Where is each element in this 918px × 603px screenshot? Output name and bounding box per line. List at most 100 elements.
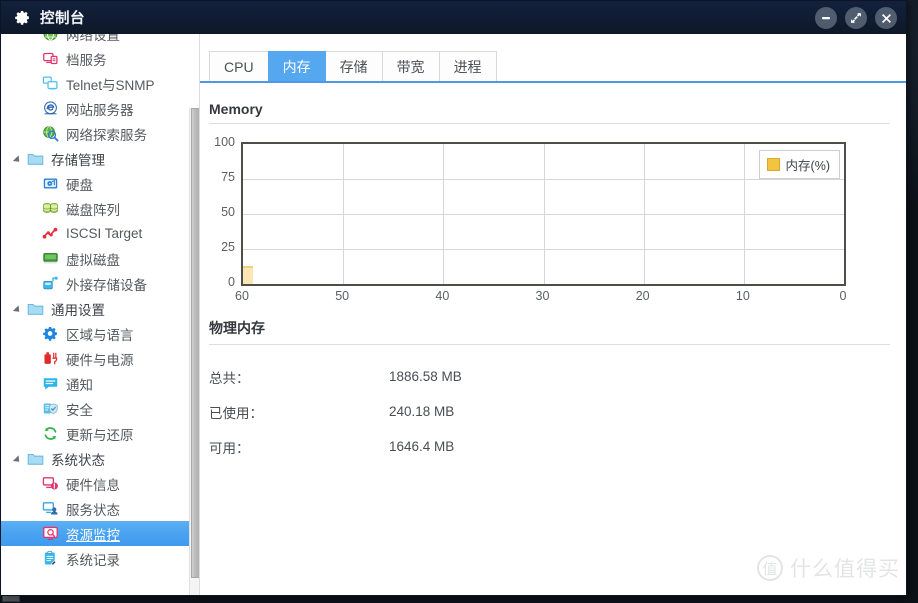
chart-y-tick-label: 100 — [214, 135, 235, 149]
tab-cpu[interactable]: CPU — [209, 51, 269, 81]
tab-label: 内存 — [282, 58, 311, 75]
sidebar-item-security[interactable]: 安全 — [1, 396, 199, 421]
chevron-down-icon — [12, 304, 23, 315]
sidebar-scrollbar[interactable] — [189, 108, 199, 595]
tab-memory[interactable]: 内存 — [267, 51, 326, 81]
chart-x-tick-label: 50 — [335, 289, 350, 303]
chart-y-tick-label: 50 — [221, 205, 235, 219]
sidebar-item-hardware-info[interactable]: 硬件信息 — [1, 471, 199, 496]
sidebar: 网络设置 档服务 Telnet与SNMP 网站服务器 网络探索服务 存储管理 硬… — [1, 34, 200, 595]
tab-process[interactable]: 进程 — [438, 51, 497, 81]
chart-y-tick-label: 25 — [221, 240, 235, 254]
legend-label-memory: 内存(%) — [785, 159, 830, 173]
sidebar-item-label: ISCSI Target — [66, 226, 143, 241]
gear-blue-icon — [43, 326, 57, 341]
sidebar-item-iscsi-target[interactable]: ISCSI Target — [1, 221, 199, 246]
sidebar-item-harddisk[interactable]: 硬盘 — [1, 171, 199, 196]
folder-icon — [27, 303, 44, 315]
stats-section-divider — [209, 344, 890, 345]
main-content: CPU 内存 存储 带宽 进程 Memory 内存(%) 0 25 50 75 … — [200, 34, 906, 595]
tab-label: 进程 — [453, 58, 482, 75]
sidebar-item-label: 磁盘阵列 — [66, 202, 120, 218]
chevron-down-icon — [12, 154, 23, 165]
sidebar-item-label: 区域与语言 — [66, 327, 134, 343]
sidebar-item-label: 硬件与电源 — [66, 352, 134, 368]
close-button[interactable] — [875, 7, 897, 29]
globe-icon — [43, 34, 58, 41]
terminal-icon — [42, 76, 58, 90]
sidebar-scroll-region: 网络设置 档服务 Telnet与SNMP 网站服务器 网络探索服务 存储管理 硬… — [1, 34, 199, 595]
network-scan-icon — [43, 126, 59, 142]
sidebar-item-label: 安全 — [66, 402, 93, 418]
sidebar-item-label: 硬盘 — [66, 177, 93, 193]
minimize-button[interactable] — [815, 7, 837, 29]
sidebar-item-notification[interactable]: 通知 — [1, 371, 199, 396]
sidebar-item-web-server[interactable]: 网站服务器 — [1, 96, 199, 121]
tab-label: CPU — [224, 58, 254, 75]
sidebar-item-label: 服务状态 — [66, 502, 120, 518]
chart-gridline-v — [643, 144, 645, 284]
sidebar-group-general-settings[interactable]: 通用设置 — [1, 296, 199, 321]
maximize-icon — [851, 13, 861, 23]
sidebar-item-network-settings[interactable]: 网络设置 — [1, 34, 199, 46]
sidebar-item-label: 网络探索服务 — [66, 127, 147, 143]
tab-storage[interactable]: 存储 — [324, 51, 383, 81]
sidebar-item-label: 网站服务器 — [66, 102, 134, 118]
sidebar-group-system-status[interactable]: 系统状态 — [1, 446, 199, 471]
sidebar-item-update-restore[interactable]: 更新与还原 — [1, 421, 199, 446]
sidebar-item-resource-monitor[interactable]: 资源监控 — [1, 521, 199, 546]
sidebar-item-service-status[interactable]: 服务状态 — [1, 496, 199, 521]
tab-label: 带宽 — [396, 58, 425, 75]
power-icon — [44, 352, 58, 365]
iscsi-icon — [42, 227, 58, 239]
watermark-mark: 值 — [757, 555, 783, 581]
sidebar-scrollbar-thumb[interactable] — [191, 108, 199, 578]
stats-section-title: 物理内存 — [209, 320, 265, 336]
folder-icon — [27, 153, 44, 165]
legend-swatch-memory — [766, 158, 780, 171]
sidebar-item-label: 档服务 — [66, 52, 107, 68]
window-titlebar[interactable]: 控制台 — [1, 1, 906, 34]
sidebar-item-system-log[interactable]: 系统记录 — [1, 546, 199, 571]
sidebar-item-label: 硬件信息 — [66, 477, 120, 493]
chart-x-tick-label: 30 — [535, 289, 550, 303]
chart-gridline-v — [743, 144, 745, 284]
minimize-icon — [822, 17, 830, 20]
sidebar-item-region-language[interactable]: 区域与语言 — [1, 321, 199, 346]
sidebar-item-raid[interactable]: 磁盘阵列 — [1, 196, 199, 221]
sidebar-item-network-discovery[interactable]: 网络探索服务 — [1, 121, 199, 146]
close-icon — [881, 13, 891, 23]
speech-icon — [43, 378, 58, 390]
hardware-info-icon — [42, 477, 58, 490]
chart-y-tick-label: 75 — [221, 170, 235, 184]
sidebar-item-file-service[interactable]: 档服务 — [1, 46, 199, 71]
chart-section-divider — [209, 123, 890, 124]
external-usb-icon — [43, 276, 58, 290]
resource-monitor-tabs: CPU 内存 存储 带宽 进程 — [200, 34, 906, 83]
sidebar-item-telnet-snmp[interactable]: Telnet与SNMP — [1, 71, 199, 96]
chart-gridline-v — [543, 144, 545, 284]
chart-y-tick-label: 0 — [228, 275, 235, 289]
maximize-button[interactable] — [845, 7, 867, 29]
sidebar-item-hardware-power[interactable]: 硬件与电源 — [1, 346, 199, 371]
tab-bandwidth[interactable]: 带宽 — [381, 51, 440, 81]
shield-icon — [43, 403, 58, 414]
sidebar-item-label: 通知 — [66, 377, 93, 393]
chevron-down-icon — [12, 454, 23, 465]
stat-row-available: 可用： 1646.4 MB — [209, 429, 906, 464]
sidebar-item-virtual-disk[interactable]: 虚拟磁盘 — [1, 246, 199, 271]
sidebar-item-external-storage[interactable]: 外接存储设备 — [1, 271, 199, 296]
chart-section-title: Memory — [209, 101, 263, 117]
stat-value: 1646.4 MB — [389, 439, 455, 454]
watermark-text: 什么值得买 — [790, 558, 900, 581]
ie-browser-icon — [44, 101, 57, 115]
gear-icon — [15, 10, 29, 25]
chart-gridline-v — [443, 144, 445, 284]
sidebar-group-label: 系统状态 — [51, 452, 105, 468]
chart-x-tick-label: 40 — [435, 289, 450, 303]
stat-value: 240.18 MB — [389, 404, 455, 419]
virtualdisk-icon — [43, 253, 58, 264]
tab-label: 存储 — [339, 58, 368, 75]
sidebar-item-label: 虚拟磁盘 — [66, 252, 120, 268]
sidebar-group-storage[interactable]: 存储管理 — [1, 146, 199, 171]
